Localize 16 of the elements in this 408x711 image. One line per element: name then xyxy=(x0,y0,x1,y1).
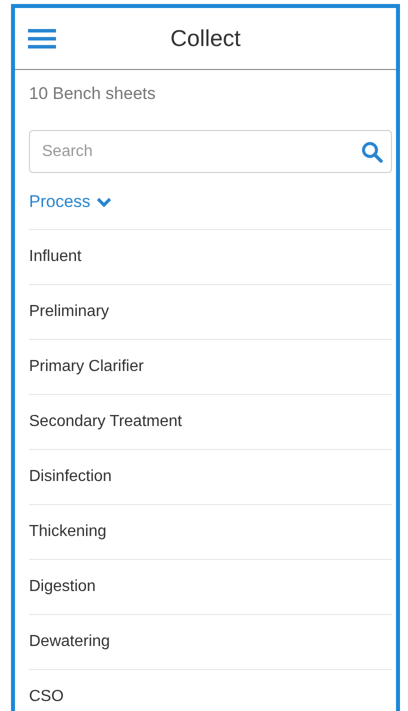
page-title: Collect xyxy=(170,25,241,52)
list-item[interactable]: Primary Clarifier xyxy=(29,339,392,394)
list-item[interactable]: Disinfection xyxy=(29,449,392,504)
list-item[interactable]: Thickening xyxy=(29,504,392,559)
process-filter[interactable]: Process xyxy=(29,187,112,217)
search-icon[interactable] xyxy=(361,141,383,163)
menu-icon[interactable] xyxy=(28,29,56,49)
list-item[interactable]: Preliminary xyxy=(29,284,392,339)
list-item[interactable]: Dewatering xyxy=(29,614,392,669)
list-item[interactable]: Secondary Treatment xyxy=(29,394,392,449)
list-item[interactable]: Influent xyxy=(29,229,392,284)
list-item[interactable]: CSO xyxy=(29,669,392,711)
search-field[interactable]: Search xyxy=(29,130,392,173)
chevron-icon xyxy=(96,196,112,208)
list-item[interactable]: Digestion xyxy=(29,559,392,614)
sheet-count: 10 Bench sheets xyxy=(29,84,157,105)
